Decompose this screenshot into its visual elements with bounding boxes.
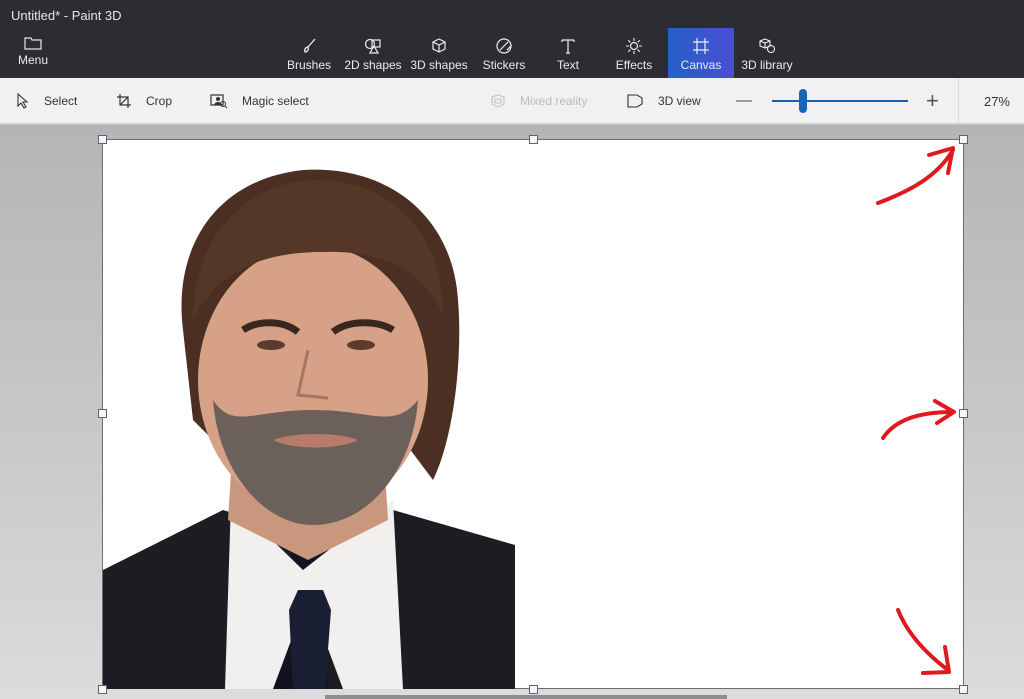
minus-icon: — xyxy=(736,92,752,109)
menu-button[interactable]: Menu xyxy=(10,34,56,74)
left-middle-resize-handle[interactable] xyxy=(98,409,107,418)
cursor-icon xyxy=(17,93,29,109)
canvas-icon xyxy=(693,38,709,54)
drawing-canvas[interactable] xyxy=(102,139,964,689)
crop-label: Crop xyxy=(146,94,173,108)
zoom-level[interactable]: 27% xyxy=(958,78,1024,124)
tab-label: Stickers xyxy=(482,58,526,72)
zoom-out-button[interactable]: — xyxy=(736,78,752,124)
select-label: Select xyxy=(44,94,78,108)
tab-3d-library[interactable]: 3D library xyxy=(734,28,800,78)
tool-tabs: Brushes 2D shapes 3D shapes Stickers Tex… xyxy=(278,28,800,78)
mixed-reality-label: Mixed reality xyxy=(520,94,588,108)
arrow-to-top-right-handle xyxy=(876,148,955,205)
tab-3d-shapes[interactable]: 3D shapes xyxy=(406,28,472,78)
text-icon xyxy=(561,39,575,54)
3d-view-icon xyxy=(627,94,643,108)
zoom-in-button[interactable]: + xyxy=(926,78,939,124)
tab-label: Brushes xyxy=(286,58,332,72)
tab-label: Effects xyxy=(615,58,653,72)
plus-icon: + xyxy=(926,88,939,113)
tab-label: 2D shapes xyxy=(344,58,402,72)
bottom-right-resize-handle[interactable] xyxy=(959,685,968,694)
annotation-arrows xyxy=(876,146,956,675)
sticker-icon xyxy=(496,38,512,54)
mixed-reality-button[interactable]: Mixed reality xyxy=(490,78,587,124)
select-button[interactable]: Select xyxy=(16,78,77,124)
tab-2d-shapes[interactable]: 2D shapes xyxy=(340,28,406,78)
tab-text[interactable]: Text xyxy=(536,28,600,78)
zoom-level-text: 27% xyxy=(983,93,1010,109)
right-middle-resize-handle[interactable] xyxy=(959,409,968,418)
folder-icon xyxy=(24,37,42,50)
tab-label: 3D shapes xyxy=(410,58,468,72)
tab-label: Text xyxy=(556,58,579,72)
arrow-to-top-right-handle-head xyxy=(927,146,955,175)
tab-effects[interactable]: Effects xyxy=(600,28,668,78)
top-right-resize-handle[interactable] xyxy=(959,135,968,144)
crop-icon xyxy=(117,94,131,108)
tab-label: Canvas xyxy=(680,58,722,72)
3d-library-icon xyxy=(759,38,776,54)
horizontal-scrollbar[interactable] xyxy=(325,695,727,699)
crop-button[interactable]: Crop xyxy=(116,78,172,124)
bottom-left-resize-handle[interactable] xyxy=(98,685,107,694)
bottom-middle-resize-handle[interactable] xyxy=(529,685,538,694)
canvas-toolbar: Select Crop Magic select Mixed reality 3… xyxy=(0,78,1024,124)
zoom-slider[interactable] xyxy=(772,89,908,113)
magic-select-icon xyxy=(210,94,228,109)
magic-select-label: Magic select xyxy=(242,94,309,108)
3d-view-label: 3D view xyxy=(658,94,701,108)
ribbon: Menu Brushes 2D shapes 3D shapes Sticker… xyxy=(0,28,1024,78)
window-title: Untitled* - Paint 3D xyxy=(11,8,122,23)
3d-view-button[interactable]: 3D view xyxy=(626,78,701,124)
mixed-reality-icon xyxy=(491,94,505,108)
3d-cube-icon xyxy=(432,38,446,53)
magic-select-button[interactable]: Magic select xyxy=(210,78,309,124)
brush-icon xyxy=(304,38,316,53)
arrow-to-middle-right-handle xyxy=(881,410,955,440)
tab-brushes[interactable]: Brushes xyxy=(278,28,340,78)
sun-icon xyxy=(626,38,642,54)
2d-shapes-icon xyxy=(364,38,381,54)
top-left-resize-handle[interactable] xyxy=(98,135,107,144)
zoom-slider-thumb[interactable] xyxy=(798,89,807,113)
tab-stickers[interactable]: Stickers xyxy=(472,28,536,78)
tab-canvas[interactable]: Canvas xyxy=(668,28,734,78)
arrow-to-bottom-right-handle xyxy=(896,608,950,672)
menu-label: Menu xyxy=(17,53,49,67)
tab-label: 3D library xyxy=(741,58,793,72)
top-middle-resize-handle[interactable] xyxy=(529,135,538,144)
